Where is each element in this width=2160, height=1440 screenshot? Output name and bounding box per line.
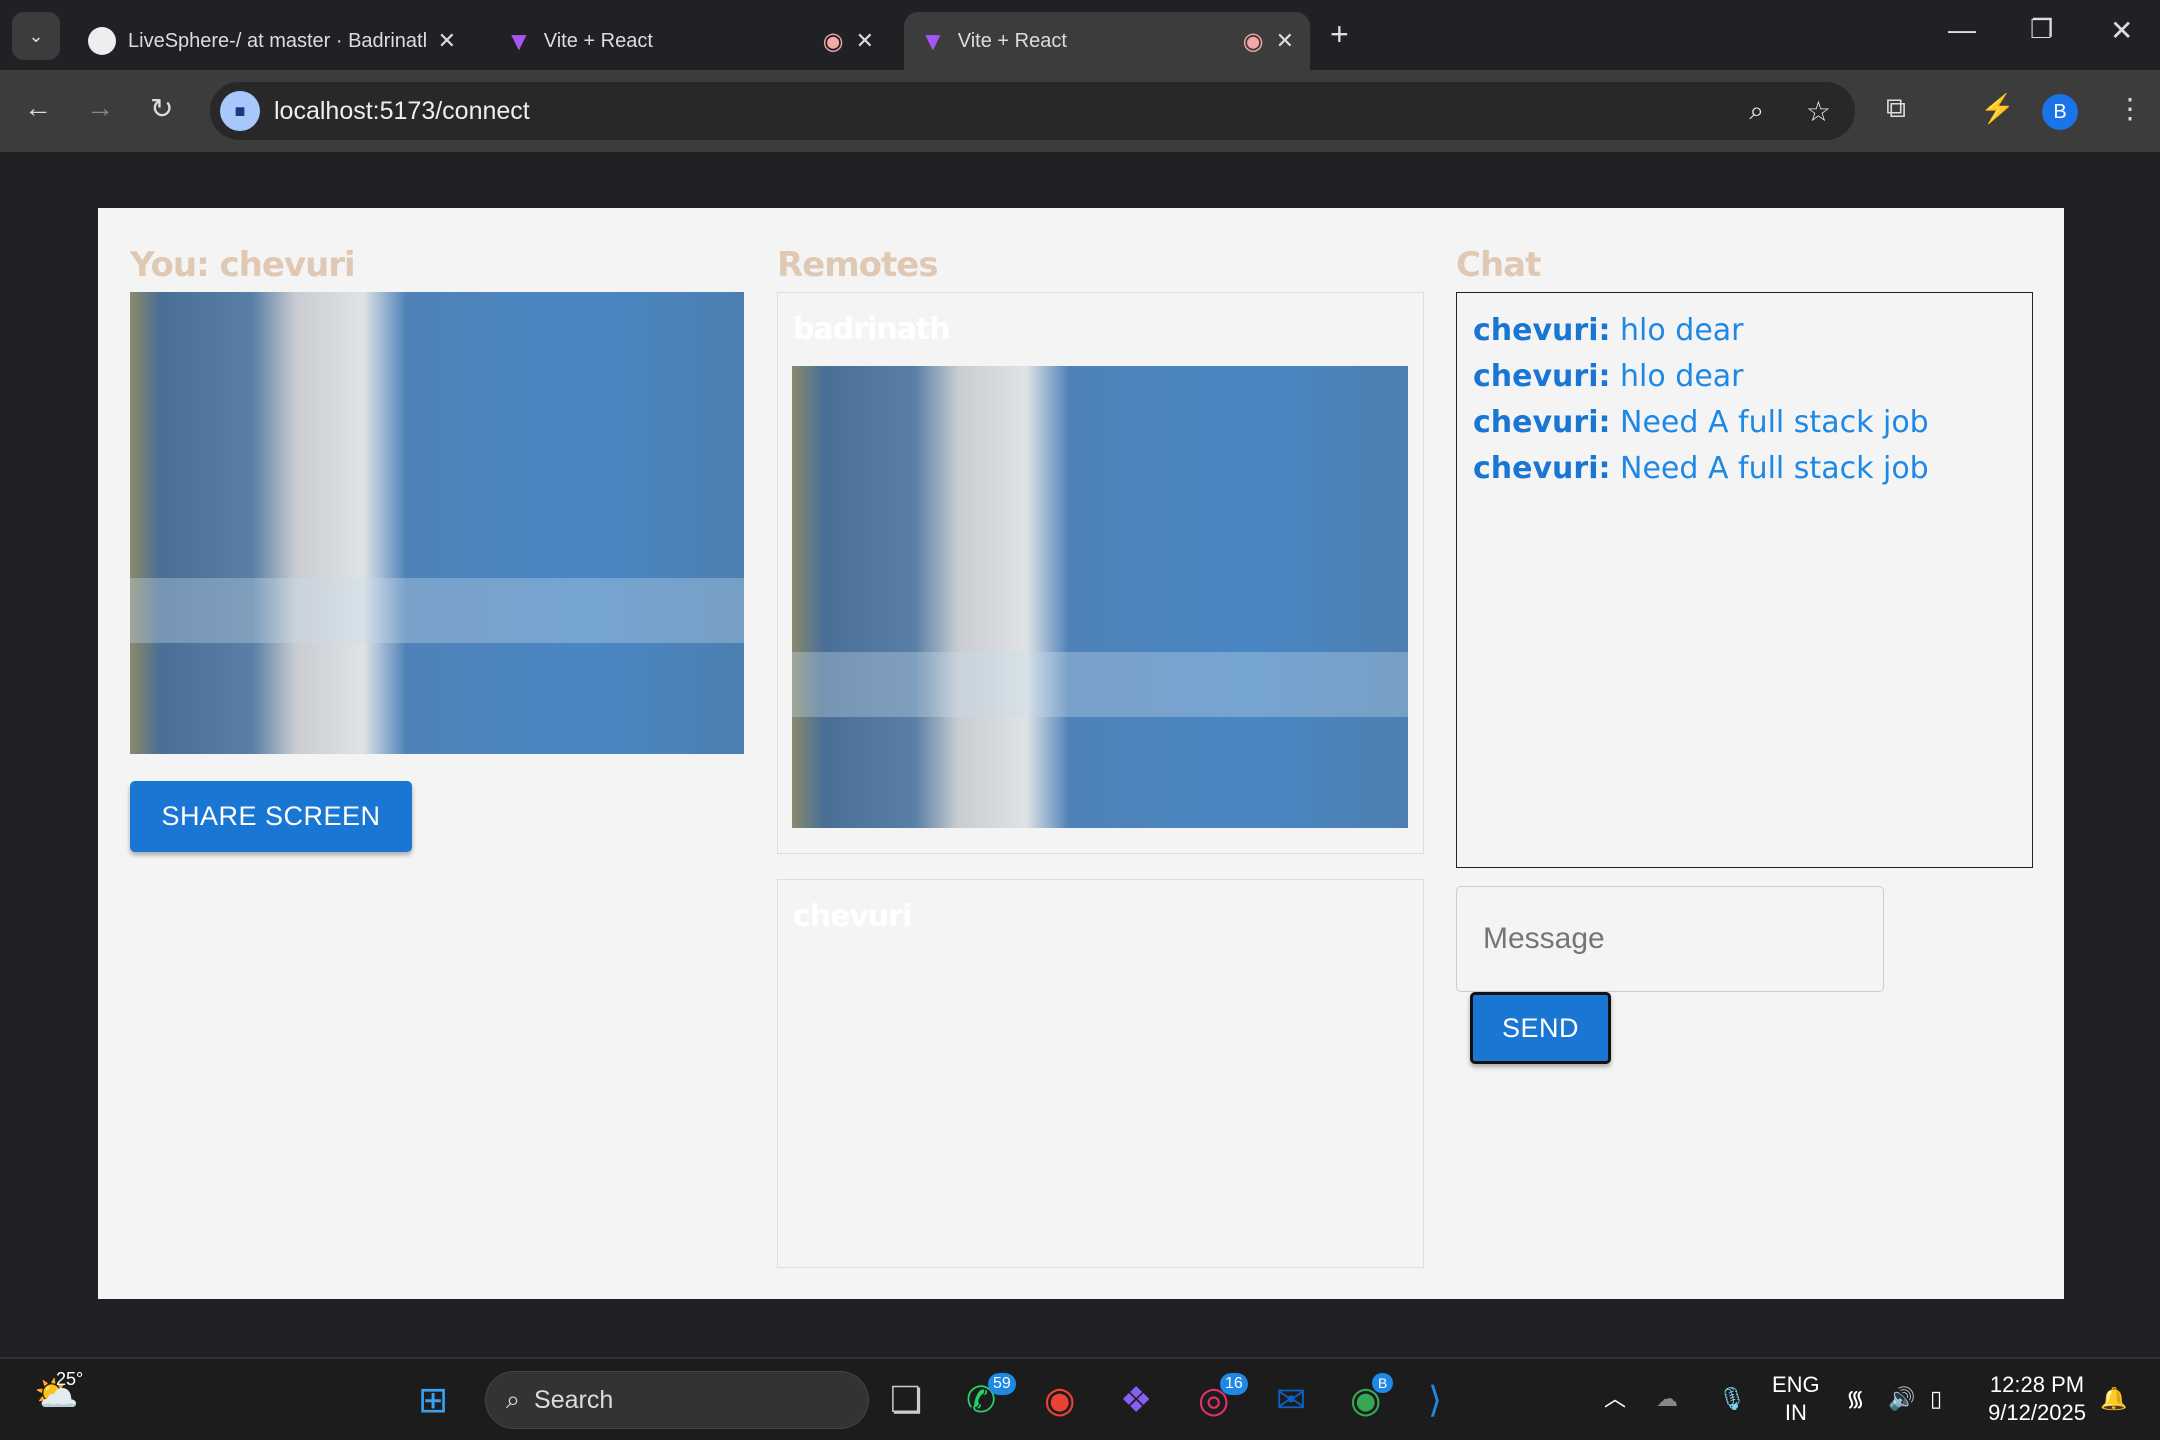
- tab-bar: ⌄ LiveSphere-/ at master · Badrinath ✕ ▼…: [0, 0, 2160, 70]
- chrome-profile-icon[interactable]: ◉ B: [1350, 1373, 1394, 1421]
- zoom-icon[interactable]: ⌕: [1749, 95, 1764, 127]
- send-button[interactable]: SEND: [1470, 992, 1611, 1064]
- vite-icon: ▼: [506, 25, 532, 56]
- local-heading: You: chevuri: [130, 245, 356, 285]
- chat-message: chevuri: Need A full stack job: [1473, 451, 1929, 486]
- new-tab-button[interactable]: +: [1330, 16, 1349, 53]
- performance-icon[interactable]: ⚡: [1980, 92, 2015, 125]
- microphone-icon[interactable]: 🎙: [1718, 1385, 1746, 1413]
- language-indicator[interactable]: ENG IN: [1772, 1371, 1820, 1427]
- minimize-button[interactable]: —: [1948, 14, 1976, 46]
- remote-name: badrinath: [793, 312, 951, 347]
- taskbar: ⛅ 25° ⊞ ⌕ Search ❏ ✆ 59 ◉ ❖ ◎ 16 ✉ ◉ B ⟩ ︿ ☁ …: [0, 1357, 2160, 1440]
- chrome-icon[interactable]: ◉: [1044, 1379, 1075, 1421]
- address-bar[interactable]: ■ localhost:5173/connect ⌕ ☆: [210, 82, 1855, 140]
- reload-icon[interactable]: ↻: [150, 92, 173, 125]
- recording-icon: ◉: [822, 27, 844, 55]
- chat-messages: chevuri: hlo dear chevuri: hlo dear chev…: [1456, 292, 2033, 868]
- menu-icon[interactable]: ⋮: [2116, 92, 2144, 125]
- show-hidden-icons[interactable]: ︿: [1604, 1385, 1626, 1413]
- remotes-heading: Remotes: [777, 245, 939, 285]
- close-icon[interactable]: ✕: [856, 28, 874, 54]
- chat-message: chevuri: Need A full stack job: [1473, 405, 1929, 440]
- vscode-icon[interactable]: ⟩: [1428, 1379, 1442, 1421]
- share-screen-button[interactable]: SHARE SCREEN: [130, 781, 412, 852]
- notifications-icon[interactable]: 🔔: [2100, 1385, 2127, 1413]
- chat-message: chevuri: hlo dear: [1473, 359, 1744, 394]
- extensions-icon[interactable]: ⧉: [1886, 92, 1906, 125]
- tab-vite-1[interactable]: ▼ Vite + React ◉ ✕: [490, 12, 890, 70]
- back-icon[interactable]: ←: [24, 92, 52, 124]
- tab-search-button[interactable]: ⌄: [12, 12, 60, 60]
- profile-avatar[interactable]: B: [2042, 94, 2078, 130]
- search-icon: ⌕: [506, 1385, 521, 1414]
- instagram-icon[interactable]: ◎ 16: [1198, 1373, 1248, 1421]
- vite-icon: ▼: [920, 25, 946, 56]
- search-box[interactable]: ⌕ Search: [485, 1371, 869, 1429]
- outlook-icon[interactable]: ✉: [1276, 1379, 1306, 1421]
- local-video: [130, 292, 744, 754]
- chat-message: chevuri: hlo dear: [1473, 313, 1744, 348]
- remote-card: [777, 879, 1424, 1268]
- github-icon: [88, 27, 116, 55]
- task-view-icon[interactable]: ❏: [890, 1379, 922, 1421]
- url-text[interactable]: localhost:5173/connect: [274, 97, 1735, 126]
- tab-vite-2[interactable]: ▼ Vite + React ◉ ✕: [904, 12, 1310, 70]
- restore-button[interactable]: ❐: [2030, 14, 2053, 45]
- copilot-icon[interactable]: ❖: [1120, 1379, 1152, 1421]
- message-input[interactable]: [1456, 886, 1884, 992]
- clock[interactable]: 12:28 PM 9/12/2025: [1982, 1371, 2092, 1427]
- forward-icon[interactable]: →: [86, 92, 114, 124]
- bookmark-star-icon[interactable]: ☆: [1806, 95, 1831, 128]
- remote-video: [792, 366, 1408, 828]
- battery-icon[interactable]: ▯: [1930, 1385, 1942, 1413]
- close-icon[interactable]: ✕: [438, 28, 456, 54]
- recording-icon: ◉: [1242, 27, 1264, 55]
- chat-heading: Chat: [1456, 245, 1541, 285]
- volume-icon[interactable]: 🔊: [1888, 1385, 1915, 1413]
- close-window-button[interactable]: ✕: [2110, 14, 2133, 47]
- wifi-icon[interactable]: ᯾: [1846, 1385, 1865, 1413]
- whatsapp-icon[interactable]: ✆ 59: [966, 1373, 1016, 1421]
- camera-icon[interactable]: ■: [220, 91, 260, 131]
- weather-widget[interactable]: ⛅ 25°: [34, 1369, 83, 1415]
- remote-name: chevuri: [793, 899, 912, 934]
- close-icon[interactable]: ✕: [1276, 28, 1294, 54]
- start-icon[interactable]: ⊞: [418, 1379, 448, 1421]
- tab-github[interactable]: LiveSphere-/ at master · Badrinath ✕: [72, 12, 472, 70]
- onedrive-icon[interactable]: ☁: [1656, 1385, 1678, 1413]
